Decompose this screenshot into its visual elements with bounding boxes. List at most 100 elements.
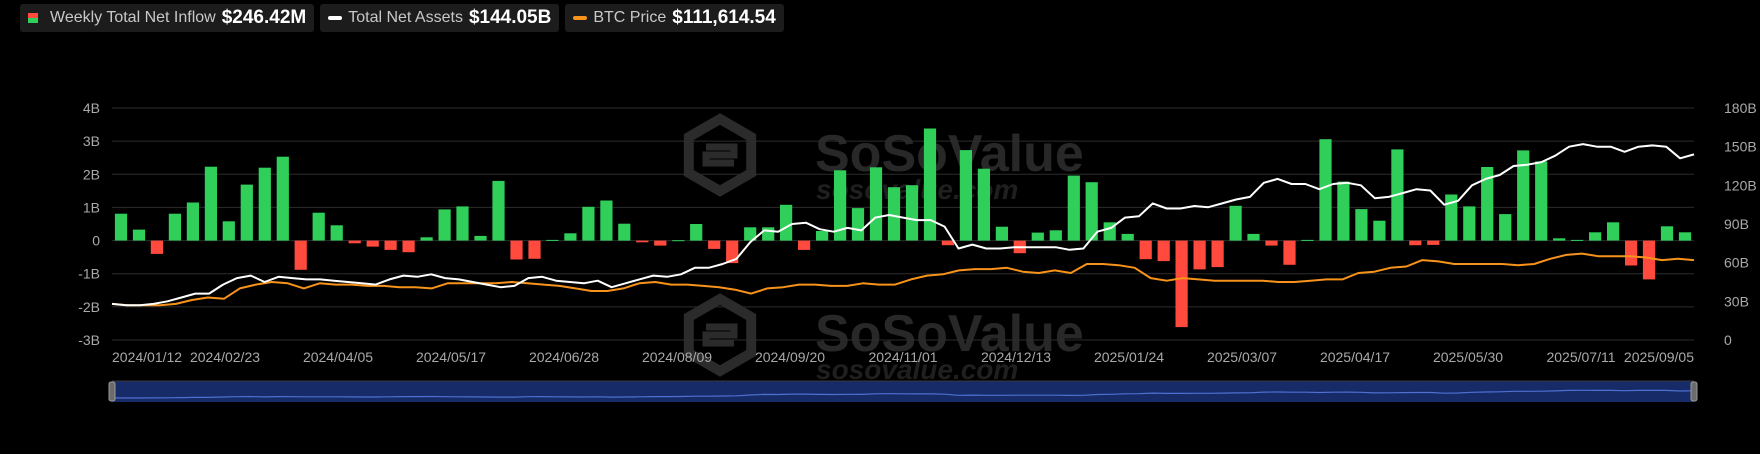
inflow-bar bbox=[1157, 240, 1170, 262]
inflow-bar bbox=[1049, 230, 1062, 241]
inflow-bar bbox=[851, 208, 865, 241]
y-left-tick-label: 3B bbox=[83, 133, 100, 149]
inflow-bar bbox=[240, 184, 253, 241]
inflow-bar bbox=[330, 225, 343, 241]
inflow-bar bbox=[150, 240, 163, 254]
inflow-bar bbox=[1607, 222, 1620, 241]
x-tick-label: 2025/04/17 bbox=[1320, 349, 1390, 365]
inflow-bar bbox=[959, 150, 972, 241]
inflow-bar bbox=[977, 168, 990, 241]
inflow-bar bbox=[941, 240, 954, 246]
sosovalue-logo-icon: SoSoValuesosovalue.com bbox=[683, 113, 1084, 205]
x-tick-label: 2025/05/30 bbox=[1433, 349, 1503, 365]
inflow-bar bbox=[887, 187, 901, 241]
inflow-bar bbox=[1535, 161, 1548, 241]
inflow-bar bbox=[1553, 238, 1566, 241]
x-tick-label: 2024/06/28 bbox=[529, 349, 599, 365]
inflow-bar bbox=[600, 200, 613, 241]
x-tick-label: 2024/02/23 bbox=[190, 349, 260, 365]
inflow-bar bbox=[294, 240, 307, 270]
x-tick-label: 2025/07/11 bbox=[1546, 349, 1615, 365]
inflow-bar bbox=[1139, 240, 1152, 260]
inflow-bar bbox=[492, 180, 505, 241]
inflow-bar bbox=[1121, 233, 1134, 241]
inflow-bar bbox=[995, 226, 1008, 241]
inflow-bar bbox=[204, 166, 217, 241]
inflow-bar bbox=[1301, 239, 1314, 241]
inflow-bar bbox=[582, 206, 595, 241]
inflow-bar bbox=[1265, 240, 1278, 246]
range-navigator[interactable] bbox=[108, 380, 1698, 402]
y-left-tick-label: -1B bbox=[78, 266, 100, 282]
inflow-bar bbox=[1229, 205, 1242, 241]
y-right-tick-label: 60B bbox=[1724, 255, 1749, 271]
navigator-left-handle[interactable] bbox=[108, 381, 116, 402]
inflow-bar bbox=[654, 240, 667, 246]
inflow-bar bbox=[132, 229, 146, 241]
inflow-bar bbox=[186, 202, 199, 241]
inflow-bar bbox=[258, 167, 271, 241]
y-left-tick-label: -2B bbox=[78, 299, 100, 315]
inflow-bar bbox=[816, 231, 829, 241]
inflow-bar bbox=[798, 240, 811, 250]
inflow-bar bbox=[1337, 181, 1350, 241]
btc-price-line bbox=[111, 252, 1695, 307]
inflow-bar bbox=[276, 156, 289, 241]
inflow-bar bbox=[384, 240, 397, 250]
x-tick-label: 2024/09/20 bbox=[755, 349, 825, 365]
x-tick-label: 2025/03/07 bbox=[1207, 349, 1277, 365]
x-tick-label: 2024/08/09 bbox=[642, 349, 712, 365]
inflow-bar bbox=[456, 206, 469, 241]
inflow-bar bbox=[1571, 239, 1584, 241]
inflow-bar bbox=[1319, 139, 1332, 241]
x-tick-label: 2025/09/05 bbox=[1624, 349, 1694, 365]
inflow-bar bbox=[114, 213, 128, 241]
inflow-bar bbox=[546, 239, 559, 241]
inflow-bar bbox=[618, 223, 631, 241]
inflow-bar bbox=[1031, 232, 1044, 241]
navigator-right-handle[interactable] bbox=[1690, 381, 1698, 402]
inflow-bar bbox=[168, 213, 181, 241]
inflow-bar bbox=[312, 212, 325, 241]
inflow-bar bbox=[420, 237, 433, 241]
x-tick-label: 2025/01/24 bbox=[1094, 349, 1164, 365]
inflow-bar bbox=[672, 240, 685, 242]
inflow-bar bbox=[222, 221, 235, 241]
x-tick-label: 2024/04/05 bbox=[303, 349, 373, 365]
inflow-bar bbox=[564, 233, 577, 241]
inflow-bar bbox=[1625, 240, 1638, 266]
inflow-bar bbox=[1355, 209, 1368, 241]
sosovalue-logo-icon: SoSoValuesosovalue.com bbox=[683, 293, 1084, 385]
inflow-bar bbox=[1409, 240, 1422, 246]
y-left-tick-label: 2B bbox=[83, 166, 100, 182]
inflow-bar bbox=[1283, 240, 1296, 265]
y-left-tick-label: 0 bbox=[92, 233, 100, 249]
inflow-bar bbox=[1373, 220, 1386, 241]
inflow-bar bbox=[636, 240, 649, 243]
y-right-tick-label: 180B bbox=[1724, 100, 1757, 116]
x-tick-label: 2024/11/01 bbox=[868, 349, 937, 365]
inflow-bar bbox=[1247, 233, 1260, 241]
x-tick-label: 2024/01/12 bbox=[112, 349, 182, 365]
x-tick-label: 2024/12/13 bbox=[981, 349, 1051, 365]
inflow-bar bbox=[1211, 240, 1224, 268]
navigator-selection bbox=[112, 381, 1694, 402]
logo-mark bbox=[702, 143, 738, 167]
y-right-tick-label: 0 bbox=[1724, 332, 1732, 348]
y-left-tick-label: 4B bbox=[83, 100, 100, 116]
inflow-bar bbox=[1589, 232, 1602, 241]
inflow-bar bbox=[905, 185, 919, 241]
inflow-bar bbox=[1463, 206, 1476, 241]
inflow-bar bbox=[1660, 226, 1674, 241]
inflow-bar bbox=[762, 227, 775, 241]
y-right-tick-label: 120B bbox=[1724, 177, 1757, 193]
inflow-bar bbox=[1175, 240, 1188, 328]
inflow-bar bbox=[1499, 214, 1512, 241]
inflow-bar bbox=[923, 128, 937, 241]
inflow-bar bbox=[1067, 175, 1080, 241]
y-right-tick-label: 30B bbox=[1724, 293, 1749, 309]
inflow-bar bbox=[528, 240, 541, 259]
y-right-tick-label: 90B bbox=[1724, 216, 1749, 232]
inflow-bar bbox=[780, 204, 793, 241]
inflow-bar bbox=[438, 209, 451, 241]
